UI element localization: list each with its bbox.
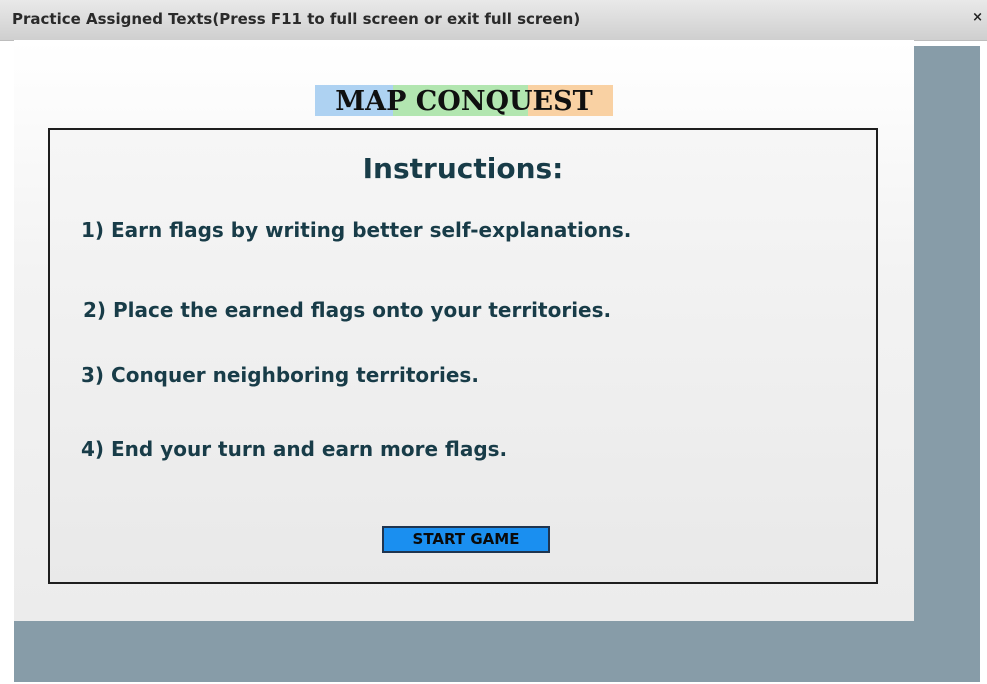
window-title: Practice Assigned Texts(Press F11 to ful… [12, 10, 581, 28]
instructions-heading: Instructions: [362, 152, 564, 185]
instruction-step-3: 3) Conquer neighboring territories. [81, 363, 479, 387]
frame-shadow-bottom [14, 621, 980, 682]
instructions-panel: Instructions: 1) Earn flags by writing b… [48, 128, 878, 584]
game-logo: MAP CONQUEST [315, 85, 613, 117]
logo-text: MAP CONQUEST [335, 86, 593, 117]
instruction-step-4: 4) End your turn and earn more flags. [81, 437, 508, 461]
frame-shadow-right [914, 46, 980, 682]
instruction-step-1: 1) Earn flags by writing better self-exp… [81, 218, 632, 242]
start-game-button[interactable]: START GAME [382, 526, 550, 553]
window-title-bar: Practice Assigned Texts(Press F11 to ful… [0, 0, 987, 41]
instruction-step-2: 2) Place the earned flags onto your terr… [83, 298, 612, 322]
close-icon[interactable]: × [972, 10, 983, 25]
